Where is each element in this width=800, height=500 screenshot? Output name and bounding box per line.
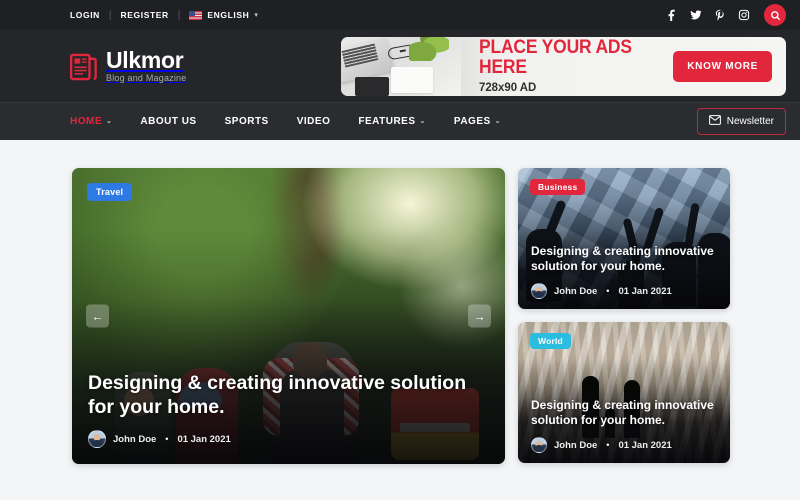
nav-item-video-label: VIDEO	[296, 116, 331, 127]
nav-item-features[interactable]: FEATURES ⌄	[344, 116, 440, 127]
hero-card-body: Designing & creating innovative solution…	[72, 372, 505, 464]
slider-next-button[interactable]: →	[468, 304, 491, 328]
top-bar: LOGIN | REGISTER | ENGLISH ▾	[0, 0, 800, 30]
nav-item-pages[interactable]: PAGES ⌄	[440, 116, 515, 127]
side-card-world-author[interactable]: John Doe	[554, 440, 597, 451]
nav-item-about-us-label: ABOUT US	[140, 116, 197, 127]
brand-tagline: Blog and Magazine	[106, 73, 187, 83]
hero-category-badge[interactable]: Travel	[87, 183, 133, 201]
chevron-down-icon: ▾	[254, 11, 258, 19]
hero-slider-card[interactable]: Travel ← → Designing & creating innovati…	[72, 168, 505, 464]
ad-banner[interactable]: PLACE YOUR ADS HERE 728x90 AD KNOW MORE	[341, 36, 786, 96]
top-bar-left: LOGIN | REGISTER | ENGLISH ▾	[70, 10, 258, 21]
hero-meta: John Doe • 01 Jan 2021	[88, 430, 487, 448]
language-selector[interactable]: ENGLISH ▾	[189, 10, 258, 20]
register-link[interactable]: REGISTER	[121, 10, 169, 20]
newsletter-button[interactable]: Newsletter	[696, 108, 786, 135]
chevron-down-icon: ⌄	[494, 118, 502, 125]
side-card-business[interactable]: Business Designing & creating innovative…	[518, 168, 730, 309]
arrow-right-icon: →	[473, 309, 486, 323]
meta-separator: •	[606, 286, 610, 296]
meta-separator: •	[606, 440, 610, 450]
know-more-button[interactable]: KNOW MORE	[673, 50, 772, 82]
side-card-world-badge[interactable]: World	[530, 333, 571, 349]
side-card-business-meta: John Doe • 01 Jan 2021	[531, 283, 718, 299]
nav-item-pages-label: PAGES	[453, 116, 491, 127]
hero-author[interactable]: John Doe	[113, 434, 156, 445]
us-flag-icon	[189, 10, 203, 20]
brand-name: Ulkmor	[106, 47, 184, 73]
avatar	[531, 283, 547, 299]
site-header: Ulkmor Blog and Magazine PLACE YOUR ADS …	[0, 30, 800, 102]
side-card-world-title[interactable]: Designing & creating innovative solution…	[531, 398, 718, 429]
nav-item-features-label: FEATURES	[358, 116, 416, 127]
ad-subtitle: 728x90 AD	[479, 80, 537, 95]
topbar-separator-2: |	[177, 9, 181, 21]
ad-photo	[341, 36, 461, 96]
side-card-world[interactable]: World Designing & creating innovative so…	[518, 322, 730, 463]
side-cards-column: Business Designing & creating innovative…	[518, 168, 730, 464]
side-card-business-date: 01 Jan 2021	[618, 285, 672, 297]
ad-text: PLACE YOUR ADS HERE 728x90 AD	[461, 36, 673, 95]
instagram-icon[interactable]	[738, 9, 750, 21]
newspaper-icon	[70, 52, 97, 81]
slider-prev-button[interactable]: ←	[86, 304, 109, 328]
topbar-separator-1: |	[108, 9, 112, 21]
nav-item-about-us[interactable]: ABOUT US	[126, 116, 210, 127]
side-card-business-body: Designing & creating innovative solution…	[518, 244, 730, 309]
side-card-business-author[interactable]: John Doe	[554, 286, 597, 297]
site-logo[interactable]: Ulkmor Blog and Magazine	[70, 49, 186, 83]
twitter-icon[interactable]	[690, 9, 702, 21]
chevron-down-icon: ⌄	[106, 118, 113, 125]
nav-items: HOME ⌄ ABOUT US SPORTS VIDEO FEATURES ⌄ …	[70, 116, 515, 127]
side-card-business-title[interactable]: Designing & creating innovative solution…	[531, 244, 718, 275]
envelope-icon	[708, 115, 721, 128]
nav-item-sports[interactable]: SPORTS	[211, 116, 283, 127]
hero-date: 01 Jan 2021	[177, 433, 231, 445]
side-card-world-meta: John Doe • 01 Jan 2021	[531, 437, 718, 453]
main-navigation: HOME ⌄ ABOUT US SPORTS VIDEO FEATURES ⌄ …	[0, 102, 800, 140]
side-card-business-badge[interactable]: Business	[530, 179, 586, 195]
avatar	[531, 437, 547, 453]
nav-item-home[interactable]: HOME ⌄	[70, 116, 126, 127]
pinterest-icon[interactable]	[714, 9, 726, 21]
main-content: Travel ← → Designing & creating innovati…	[0, 140, 800, 464]
side-card-world-date: 01 Jan 2021	[618, 439, 672, 451]
arrow-left-icon: ←	[91, 309, 104, 323]
nav-item-sports-label: SPORTS	[224, 116, 269, 127]
hero-title[interactable]: Designing & creating innovative solution…	[88, 372, 487, 420]
language-label: ENGLISH	[207, 10, 250, 20]
chevron-down-icon: ⌄	[419, 118, 426, 125]
login-link[interactable]: LOGIN	[70, 10, 100, 20]
avatar	[88, 430, 106, 448]
facebook-icon[interactable]	[666, 9, 678, 21]
search-button[interactable]	[764, 4, 786, 26]
nav-item-video[interactable]: VIDEO	[283, 116, 345, 127]
ad-title: PLACE YOUR ADS HERE	[479, 36, 632, 78]
side-card-world-body: Designing & creating innovative solution…	[518, 398, 730, 463]
newsletter-label: Newsletter	[726, 116, 774, 127]
top-bar-social-links	[666, 4, 786, 26]
meta-separator: •	[165, 434, 169, 444]
nav-item-home-label: HOME	[70, 116, 102, 127]
